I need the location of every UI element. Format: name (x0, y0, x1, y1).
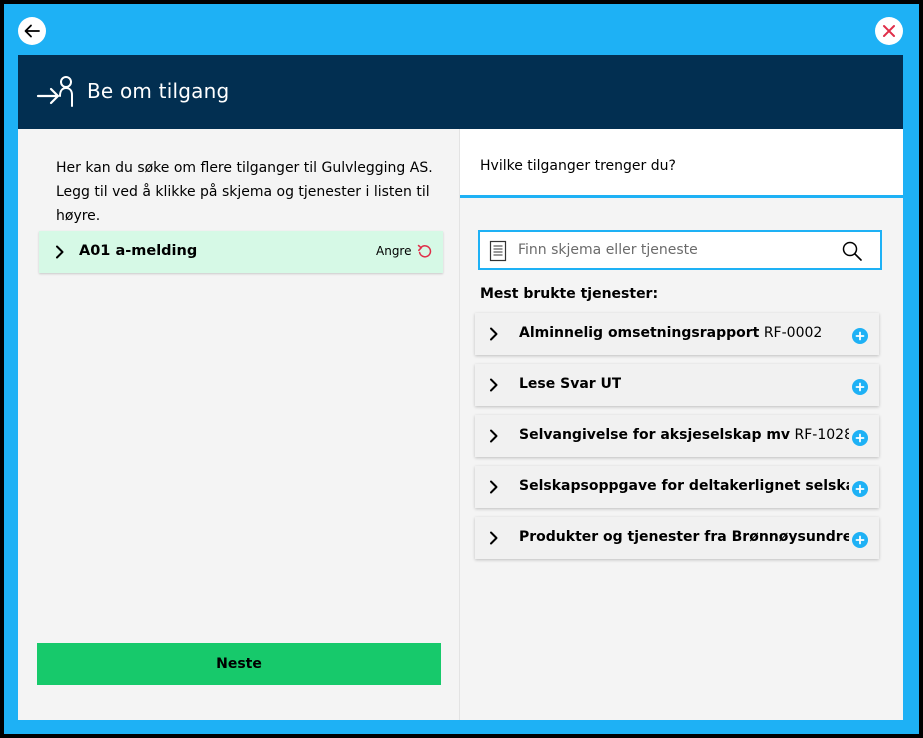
service-name: Produkter og tjenester fra Brønnøysundre… (519, 529, 849, 545)
search-box[interactable] (478, 230, 882, 270)
add-service-button[interactable] (852, 532, 868, 548)
chevron-right-icon (490, 327, 498, 341)
service-name: Lese Svar UT (519, 376, 622, 392)
service-item[interactable]: Selskapsoppgave for deltakerlignet selsk… (475, 466, 879, 508)
undo-icon (418, 244, 432, 258)
service-item[interactable]: Alminnelig omsetningsrapport RF-0002 (475, 313, 879, 355)
service-list: Alminnelig omsetningsrapport RF-0002 Les… (475, 313, 880, 568)
add-service-button[interactable] (852, 328, 868, 344)
service-label: Alminnelig omsetningsrapport RF-0002 (519, 325, 822, 341)
dialog-header: Be om tilgang (18, 55, 903, 129)
service-code: RF-1028 (794, 427, 849, 443)
selected-service-name: A01 a-melding (79, 243, 198, 259)
right-panel: Hvilke tilganger trenger du? Mest brukte… (459, 129, 903, 720)
chevron-right-icon (490, 378, 498, 392)
search-icon[interactable] (841, 240, 863, 262)
intro-text: Her kan du søke om flere tilganger til G… (56, 160, 433, 224)
document-icon (489, 240, 507, 262)
service-item[interactable]: Selvangivelse for aksjeselskap mv RF-102… (475, 415, 879, 457)
add-service-button[interactable] (852, 430, 868, 446)
add-service-button[interactable] (852, 379, 868, 395)
service-code: RF-0002 (763, 325, 823, 341)
search-input[interactable] (518, 240, 838, 260)
chevron-right-icon (56, 245, 64, 259)
service-item[interactable]: Produkter og tjenester fra Brønnøysundre… (475, 517, 879, 559)
left-panel: Her kan du søke om flere tilganger til G… (18, 129, 459, 720)
most-used-heading: Mest brukte tjenester: (480, 286, 659, 302)
access-request-dialog: Be om tilgang Her kan du søke om flere t… (18, 55, 903, 720)
chevron-right-icon (490, 531, 498, 545)
undo-button[interactable]: Angre (376, 243, 433, 259)
chevron-right-icon (490, 480, 498, 494)
service-label: Lese Svar UT (519, 376, 621, 392)
plus-icon (855, 535, 865, 545)
arrow-left-icon (24, 24, 40, 38)
person-enter-icon (36, 76, 73, 107)
chevron-right-icon (490, 429, 498, 443)
service-name: Selskapsoppgave for deltakerlignet selsk… (519, 478, 849, 494)
service-label: Produkter og tjenester fra Brønnøysundre… (519, 529, 849, 545)
add-service-button[interactable] (852, 481, 868, 497)
service-item[interactable]: Lese Svar UT (475, 364, 879, 406)
question-heading: Hvilke tilganger trenger du? (480, 158, 676, 174)
plus-icon (855, 331, 865, 341)
back-button[interactable] (18, 17, 46, 45)
service-label: Selvangivelse for aksjeselskap mv RF-102… (519, 427, 849, 443)
plus-icon (855, 484, 865, 494)
plus-icon (855, 382, 865, 392)
close-button[interactable] (875, 17, 903, 45)
plus-icon (855, 433, 865, 443)
service-name: Selvangivelse for aksjeselskap mv (519, 427, 791, 443)
undo-label: Angre (376, 244, 412, 258)
service-label: Selskapsoppgave for deltakerlignet selsk… (519, 478, 849, 494)
close-icon (883, 25, 895, 37)
modal-frame: Be om tilgang Her kan du søke om flere t… (4, 4, 919, 734)
next-button[interactable]: Neste (37, 643, 441, 685)
selected-service-row[interactable]: A01 a-melding Angre (39, 231, 443, 273)
question-section: Hvilke tilganger trenger du? (460, 129, 903, 198)
page-title: Be om tilgang (87, 79, 230, 103)
service-name: Alminnelig omsetningsrapport (519, 325, 760, 341)
